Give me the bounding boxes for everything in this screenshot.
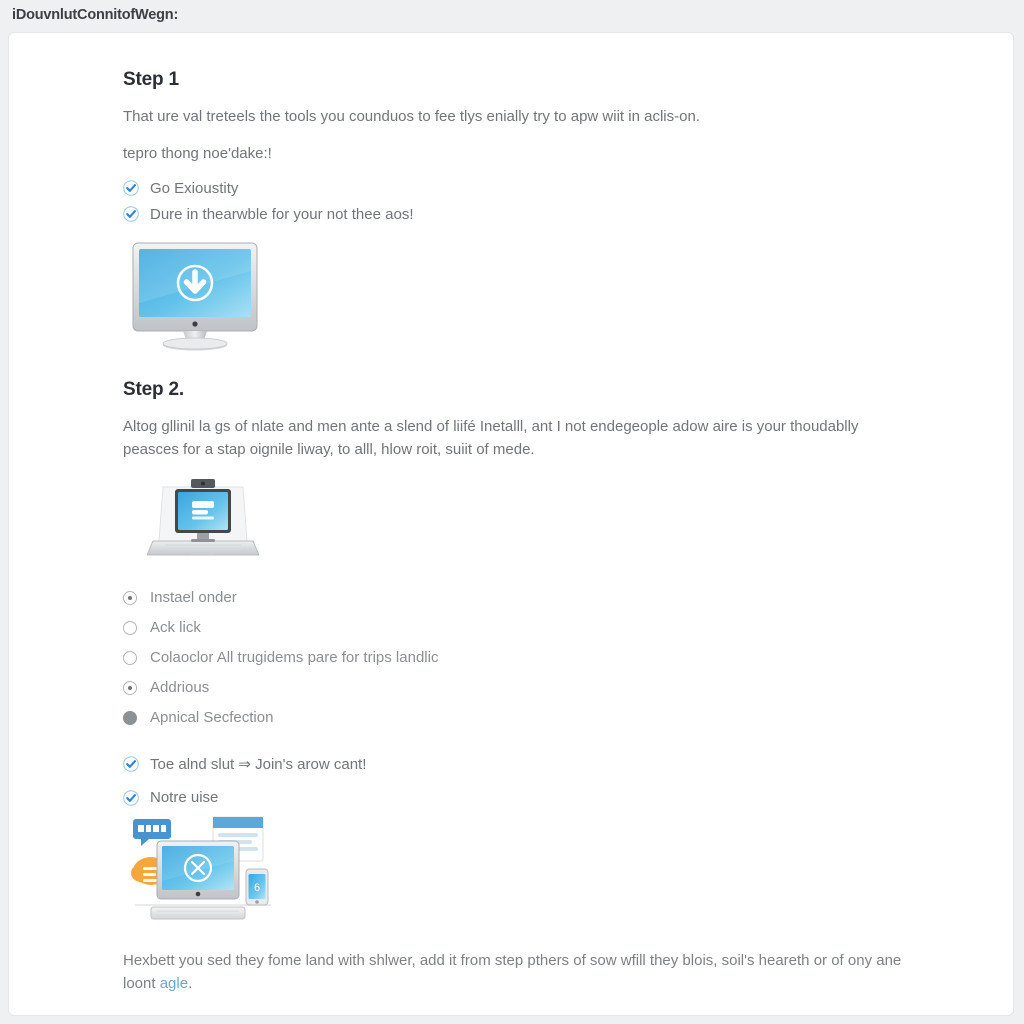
- list-item[interactable]: Ack lick: [123, 619, 953, 636]
- list-item[interactable]: Colaoclor All trugidems pare for trips l…: [123, 649, 953, 666]
- step-2-heading: Step 2.: [123, 378, 184, 400]
- step-1-paragraph-2: tepro thong noe'dake:!: [123, 145, 272, 163]
- download-button[interactable]: Download: [123, 1016, 242, 1017]
- download-row: Download Step 2: [123, 1016, 953, 1017]
- step-2-closing-paragraph: Hexbett you sed they fome land with shlw…: [123, 949, 923, 996]
- list-item[interactable]: Notre uise: [123, 789, 953, 806]
- list-item-label: Dure in thearwble for your not thee aos!: [150, 205, 414, 223]
- list-item-label: Go Exioustity: [150, 179, 239, 197]
- check-circle-icon: [123, 756, 139, 772]
- inline-link[interactable]: agle: [160, 975, 188, 992]
- laptop-monitor-icon: [147, 479, 259, 556]
- list-item[interactable]: Toe alnd slut ⇒ Join's arow cant!: [123, 755, 953, 773]
- radio-button-empty-icon[interactable]: [123, 650, 137, 665]
- step-2-check-list: Toe alnd slut ⇒ Join's arow cant! Notre …: [123, 755, 953, 806]
- radio-button-selected-icon[interactable]: [123, 590, 137, 605]
- step-2-radio-list: Instael onder Ack lick Colaoclor All tru…: [123, 589, 953, 726]
- list-item[interactable]: Go Exioustity: [123, 180, 953, 197]
- step-1-check-list: Go Exioustity Dure in thearwble for your…: [123, 180, 953, 223]
- radio-button-empty-icon[interactable]: [123, 620, 137, 635]
- svg-text:6: 6: [254, 882, 260, 894]
- devices-desktop-phone-icon: 6: [131, 816, 271, 920]
- list-item-label: Ack lick: [150, 619, 201, 636]
- list-item-label: Instael onder: [150, 589, 237, 606]
- step-2-paragraph-1: Altog gllinil la gs of nlate and men ant…: [123, 417, 859, 458]
- radio-button-filled-icon[interactable]: [123, 710, 137, 725]
- list-item-label: Apnical Secfection: [150, 709, 274, 726]
- list-item-label: Addrious: [150, 679, 210, 696]
- check-circle-icon: [123, 789, 139, 806]
- radio-button-selected-icon[interactable]: [123, 680, 137, 695]
- closing-text-after-link: .: [188, 975, 193, 993]
- check-circle-icon: [123, 206, 139, 222]
- check-circle-icon: [123, 180, 139, 196]
- list-item-label: Colaoclor All trugidems pare for trips l…: [150, 649, 439, 666]
- closing-text-before-link: Hexbett you sed they fome land with shlw…: [123, 952, 902, 993]
- list-item[interactable]: Dure in thearwble for your not thee aos!: [123, 206, 953, 223]
- step-1-paragraph-1: That ure val treteels the tools you coun…: [123, 108, 700, 125]
- list-item[interactable]: Addrious: [123, 679, 953, 696]
- step-1-heading: Step 1: [123, 69, 179, 90]
- content-card: Step 1 That ure val treteels the tools y…: [8, 32, 1014, 1016]
- desktop-monitor-download-icon: [132, 242, 258, 350]
- list-item[interactable]: Apnical Secfection: [123, 709, 953, 726]
- page-title: iDouvnlutConnitofWegn:: [12, 7, 179, 23]
- list-item-label: Toe alnd slut ⇒ Join's arow cant!: [150, 756, 367, 773]
- list-item[interactable]: Instael onder: [123, 589, 953, 606]
- list-item-label: Notre uise: [150, 789, 219, 806]
